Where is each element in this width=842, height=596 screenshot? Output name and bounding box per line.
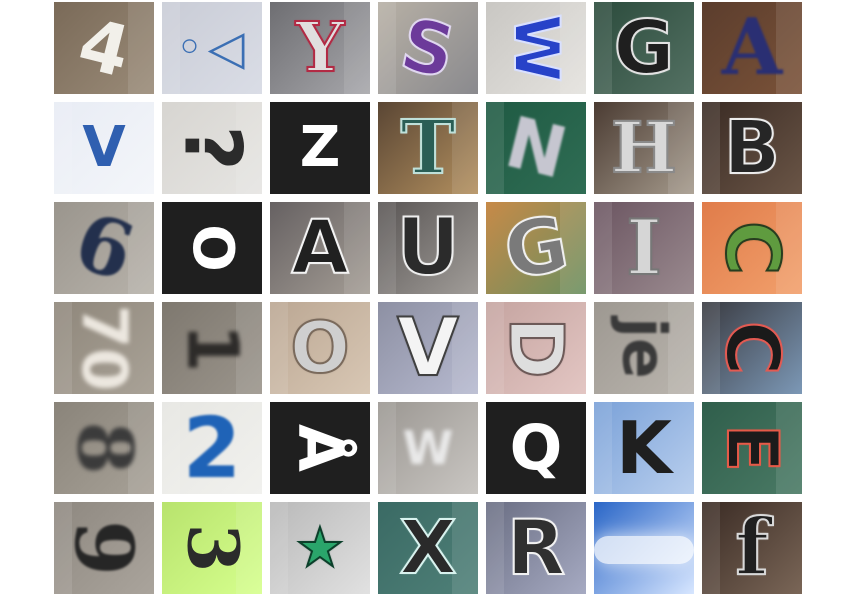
- char-glyph: N: [497, 102, 575, 194]
- char-glyph: D: [492, 316, 580, 379]
- char-glyph: A: [290, 205, 349, 291]
- char-glyph: Å: [283, 424, 357, 472]
- char-glyph: W: [499, 13, 574, 83]
- char-tile: ◦◁: [162, 2, 262, 94]
- char-tile: U: [378, 202, 478, 294]
- char-tile: je: [594, 302, 694, 394]
- char-tile: K: [594, 402, 694, 494]
- char-tile: 1: [162, 302, 262, 394]
- photo-texture-strip: [378, 2, 396, 94]
- char-tile: C: [702, 302, 802, 394]
- char-tile: I: [594, 202, 694, 294]
- char-glyph: 8: [59, 421, 149, 475]
- char-glyph: B: [723, 105, 781, 191]
- char-glyph: Y: [295, 8, 346, 88]
- char-glyph: G: [613, 5, 676, 91]
- char-tile: Q: [486, 402, 586, 494]
- char-tile: 4: [54, 2, 154, 94]
- char-tile: H: [594, 102, 694, 194]
- photo-texture-strip: [378, 402, 396, 494]
- char-glyph: ?: [167, 125, 257, 171]
- char-tile: D: [486, 302, 586, 394]
- char-tile: V: [54, 102, 154, 194]
- photo-texture-strip: [452, 102, 478, 194]
- char-tile: W: [486, 2, 586, 94]
- photo-texture-strip: [378, 202, 396, 294]
- char-tile: G: [594, 2, 694, 94]
- char-glyph: V: [82, 115, 126, 180]
- char-tile: T: [378, 102, 478, 194]
- char-glyph: U: [395, 203, 460, 293]
- char-glyph: 1: [171, 323, 253, 373]
- photo-texture-strip: [162, 402, 180, 494]
- char-tile: R: [486, 502, 586, 594]
- char-tile: Å: [270, 402, 370, 494]
- char-glyph: ◦◁: [175, 20, 249, 76]
- char-tile: B: [702, 102, 802, 194]
- char-glyph: H: [610, 106, 678, 189]
- char-glyph: W: [402, 421, 454, 475]
- char-glyph: G: [496, 202, 575, 294]
- char-tile: O: [270, 302, 370, 394]
- photo-texture-strip: [594, 402, 612, 494]
- char-tile: 3: [162, 502, 262, 594]
- char-glyph: f: [734, 502, 770, 593]
- char-glyph: T: [399, 105, 456, 191]
- char-tile: N: [486, 102, 586, 194]
- char-tile: [594, 502, 694, 594]
- char-glyph: O: [289, 307, 350, 389]
- char-tile: G: [486, 202, 586, 294]
- char-glyph: C: [708, 220, 796, 276]
- photo-texture-strip: [594, 536, 694, 564]
- char-glyph: S: [393, 2, 463, 94]
- photo-texture-strip: [594, 202, 612, 294]
- photo-texture-strip: [270, 502, 288, 594]
- photo-texture-strip: [594, 2, 612, 94]
- photo-texture-strip: [54, 102, 72, 194]
- char-tile: 70: [54, 302, 154, 394]
- char-glyph: 9: [56, 520, 151, 576]
- char-glyph: I: [625, 203, 663, 292]
- char-glyph: K: [616, 406, 672, 490]
- char-tile: ?: [162, 102, 262, 194]
- char-glyph: 3: [171, 523, 254, 573]
- photo-texture-strip: [702, 102, 720, 194]
- char-glyph: Q: [509, 411, 563, 484]
- char-tile: C: [702, 202, 802, 294]
- photo-texture-strip: [702, 502, 720, 594]
- photo-texture-strip: [344, 2, 370, 94]
- char-glyph: je: [608, 317, 679, 379]
- char-tile: X: [378, 502, 478, 594]
- char-glyph: A: [721, 2, 783, 93]
- char-glyph: X: [398, 505, 457, 591]
- character-image-mosaic: 4 ◦◁ Y S W G A V? Z T N H B 6 O A U G I C 70 1 O V Dje C 8 2 Å W Q K E 9 3…: [54, 2, 802, 594]
- char-glyph: ★: [295, 516, 345, 579]
- char-tile: Z: [270, 102, 370, 194]
- char-glyph: V: [396, 302, 460, 394]
- char-tile: E: [702, 402, 802, 494]
- char-tile: 6: [54, 202, 154, 294]
- char-tile: V: [378, 302, 478, 394]
- char-tile: O: [162, 202, 262, 294]
- photo-texture-strip: [486, 502, 504, 594]
- char-glyph: O: [179, 224, 245, 272]
- char-tile: Y: [270, 2, 370, 94]
- char-tile: A: [270, 202, 370, 294]
- char-tile: S: [378, 2, 478, 94]
- char-tile: 8: [54, 402, 154, 494]
- char-glyph: 2: [182, 402, 242, 494]
- char-glyph: Z: [299, 115, 341, 180]
- char-tile: ★: [270, 502, 370, 594]
- char-tile: A: [702, 2, 802, 94]
- char-glyph: R: [506, 503, 567, 592]
- char-glyph: 70: [68, 304, 141, 392]
- char-glyph: C: [708, 320, 796, 376]
- photo-texture-strip: [270, 302, 288, 394]
- char-tile: 2: [162, 402, 262, 494]
- char-glyph: 4: [70, 2, 138, 94]
- char-tile: 9: [54, 502, 154, 594]
- char-tile: f: [702, 502, 802, 594]
- char-tile: W: [378, 402, 478, 494]
- char-glyph: E: [710, 423, 794, 473]
